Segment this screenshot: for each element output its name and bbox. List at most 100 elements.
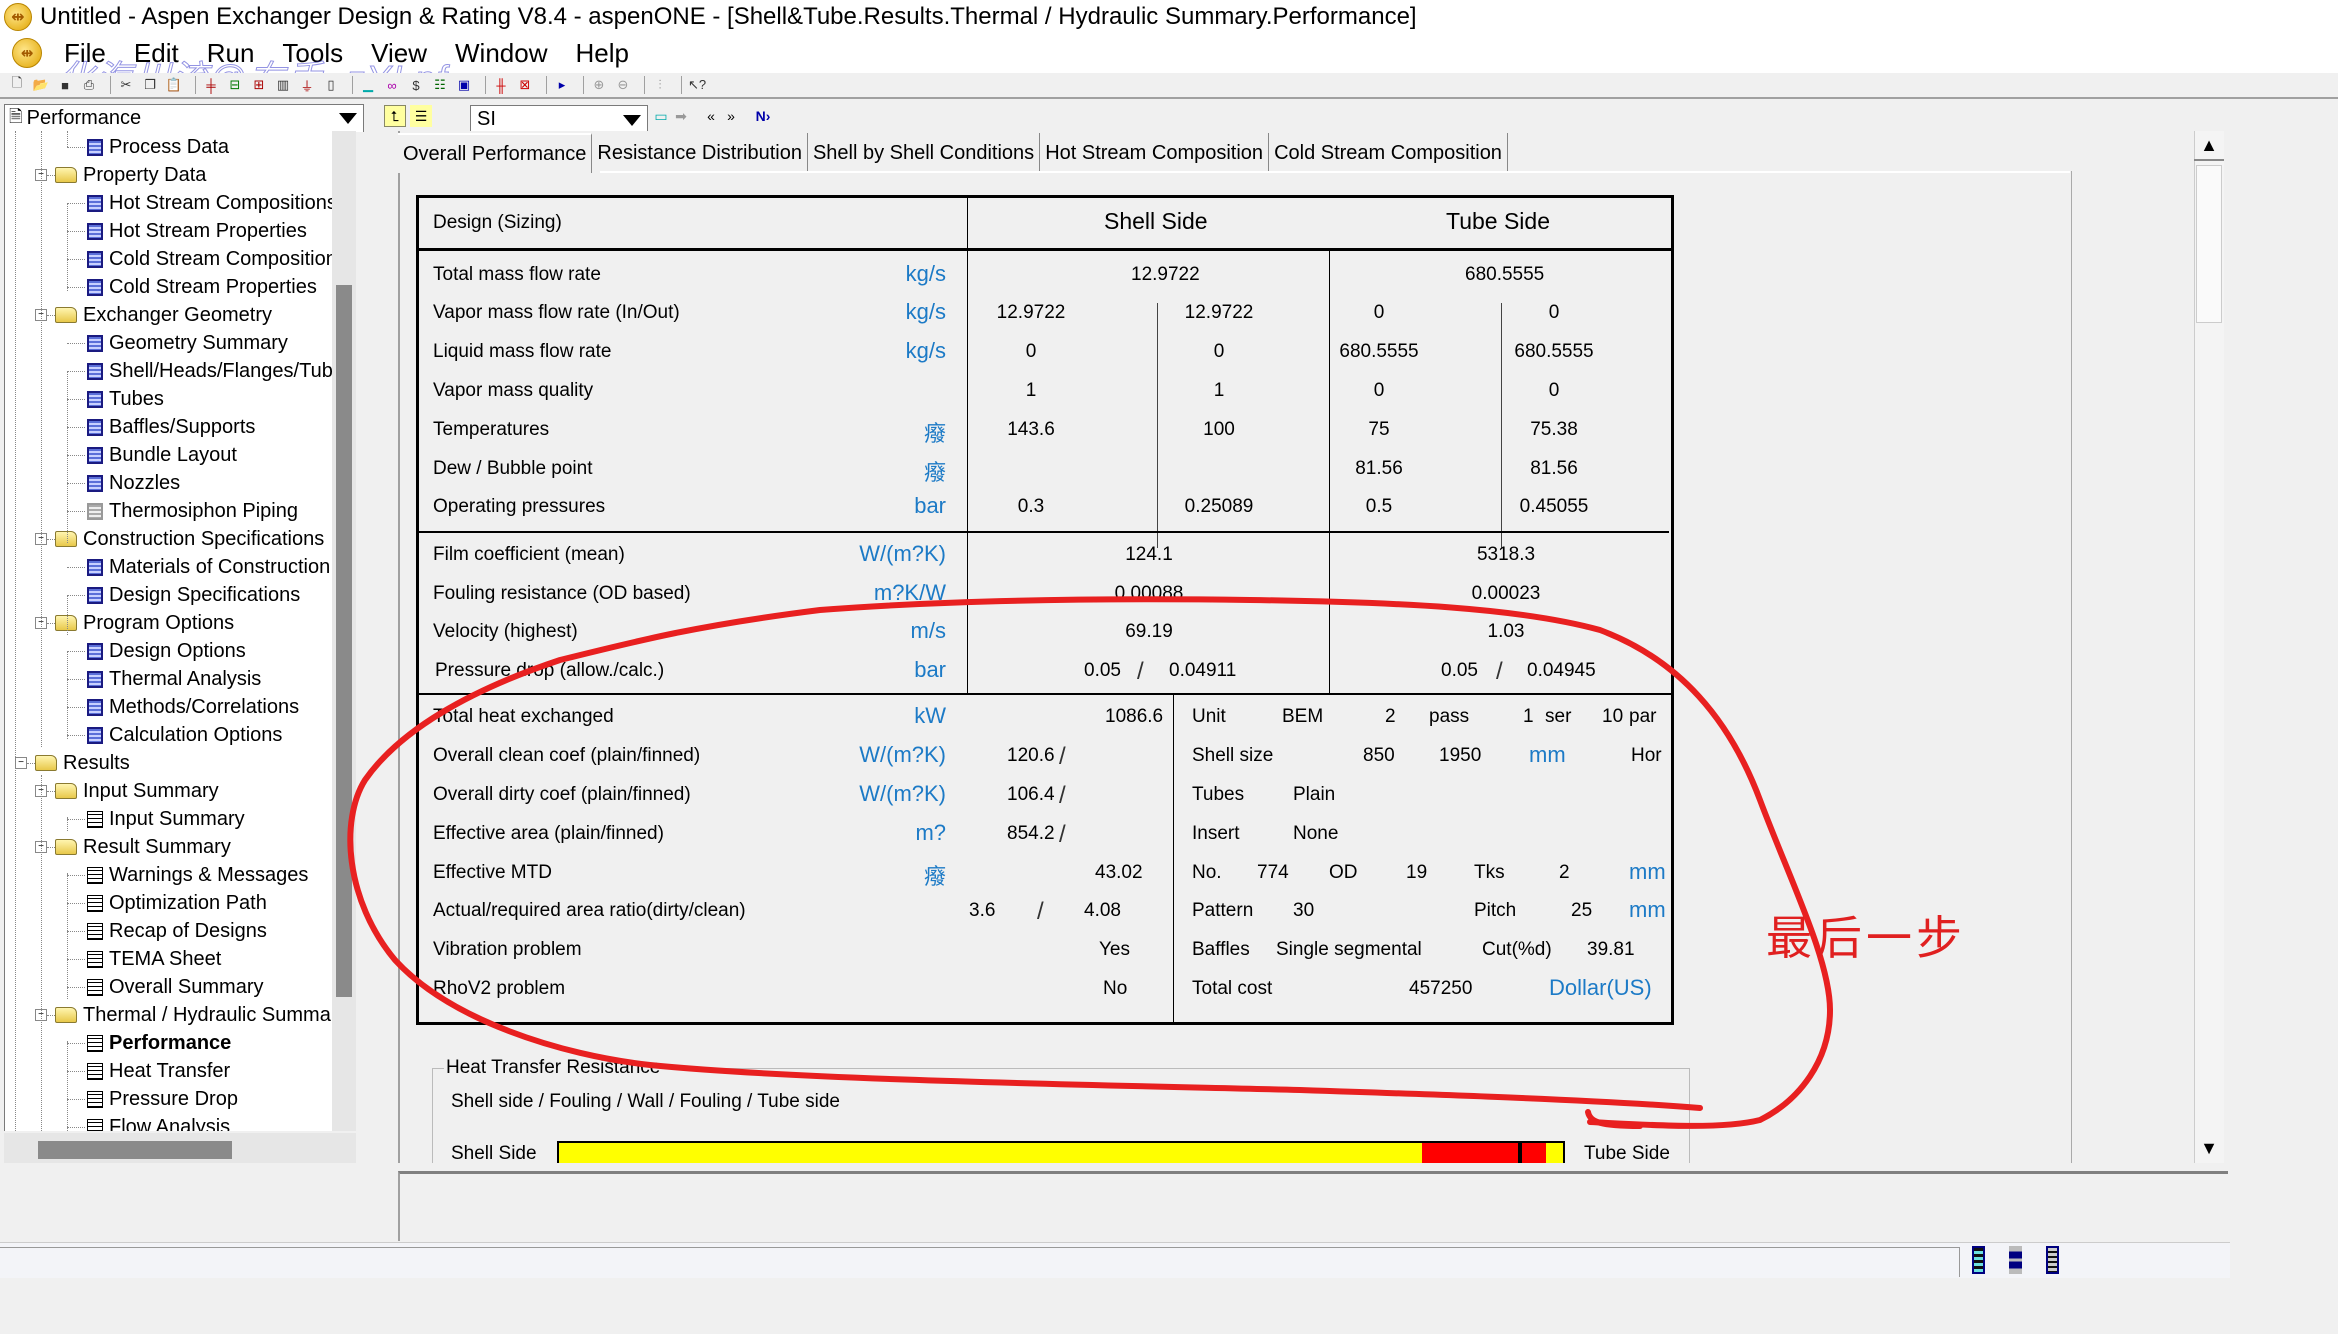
menu-run[interactable]: Run bbox=[207, 38, 255, 69]
tree-item[interactable]: − Results bbox=[15, 749, 130, 777]
new-file-icon[interactable]: 🗋 bbox=[8, 75, 26, 94]
tree-item[interactable]: Hot Stream Properties bbox=[87, 217, 307, 245]
reactor-icon[interactable]: ▥ bbox=[274, 76, 292, 94]
next-required-icon[interactable]: N› bbox=[752, 105, 774, 127]
tab-shell-by-shell-conditions[interactable]: Shell by Shell Conditions bbox=[807, 133, 1041, 173]
tree-item[interactable]: − Exchanger Geometry bbox=[35, 301, 272, 329]
tree-item[interactable]: − Result Summary bbox=[35, 833, 231, 861]
tree-item[interactable]: Thermosiphon Piping bbox=[87, 497, 298, 525]
chart-icon[interactable]: ▁ bbox=[359, 76, 377, 94]
paste-icon[interactable]: 📋 bbox=[165, 76, 183, 94]
tree-item[interactable]: Warnings & Messages bbox=[87, 861, 308, 889]
tree-item-label: Cold Stream Composition bbox=[109, 247, 332, 270]
tab-hot-stream-composition[interactable]: Hot Stream Composition bbox=[1040, 133, 1270, 173]
tree-item[interactable]: − Construction Specifications bbox=[35, 525, 324, 553]
graph-icon[interactable]: ⫶ bbox=[651, 76, 669, 94]
tree-item-label: Cold Stream Properties bbox=[109, 275, 317, 298]
vessel-icon[interactable]: ⏚ bbox=[298, 76, 316, 94]
cut-icon[interactable]: ✂ bbox=[117, 76, 135, 94]
run-status-icon[interactable] bbox=[2009, 1246, 2022, 1274]
dollar-icon[interactable]: $ bbox=[407, 76, 425, 94]
tree-item[interactable]: Shell/Heads/Flanges/Tub bbox=[87, 357, 332, 385]
scroll-down-icon[interactable]: ▼ bbox=[2194, 1133, 2224, 1163]
drum-icon[interactable]: ▯ bbox=[322, 76, 340, 94]
tab-resistance-distribution[interactable]: Resistance Distribution bbox=[592, 133, 808, 173]
scroll-up-icon[interactable]: ▲ bbox=[2194, 131, 2224, 161]
tree-item[interactable]: Geometry Summary bbox=[87, 329, 288, 357]
tree-item[interactable]: Methods/Correlations bbox=[87, 693, 299, 721]
units-dropdown[interactable]: SI bbox=[470, 105, 648, 132]
help-pointer-icon[interactable]: ↖? bbox=[688, 76, 706, 94]
up-folder-icon[interactable]: ⮤ bbox=[384, 105, 406, 127]
calculator-icon[interactable]: ▣ bbox=[455, 76, 473, 94]
menu-edit[interactable]: Edit bbox=[134, 38, 179, 69]
tree-horizontal-scroll-thumb[interactable] bbox=[38, 1141, 232, 1159]
tree-item[interactable]: − Program Options bbox=[35, 609, 234, 637]
tree-item[interactable]: Tubes bbox=[87, 385, 164, 413]
aspen-app-icon[interactable]: ⇹ bbox=[4, 2, 32, 31]
print-icon[interactable]: ⎙ bbox=[80, 76, 98, 94]
input-status-icon[interactable] bbox=[1972, 1246, 1985, 1274]
tab-cold-stream-composition[interactable]: Cold Stream Composition bbox=[1269, 133, 1508, 173]
tree-item[interactable]: Cold Stream Properties bbox=[87, 273, 317, 301]
chevron-down-icon[interactable] bbox=[623, 115, 641, 126]
unit-type-label: Unit bbox=[1192, 706, 1226, 727]
exchanger-icon[interactable]: ╪ bbox=[202, 76, 220, 94]
document-menu-icon[interactable]: ⇹ bbox=[12, 38, 42, 68]
tree-item[interactable]: Recap of Designs bbox=[87, 917, 267, 945]
pump-icon[interactable]: ⊟ bbox=[226, 76, 244, 94]
main-vertical-scroll-thumb[interactable] bbox=[2196, 165, 2222, 323]
next-arrow-icon[interactable]: ➡ bbox=[670, 105, 692, 127]
open-folder-icon[interactable]: 📂 bbox=[32, 76, 50, 94]
tree-item[interactable]: Flow Analysis bbox=[87, 1113, 230, 1131]
run-icon[interactable]: ▸ bbox=[553, 76, 571, 94]
tree-item[interactable]: Process Data bbox=[87, 133, 229, 161]
tree-item[interactable]: Nozzles bbox=[87, 469, 180, 497]
tree-item[interactable]: Materials of Construction bbox=[87, 553, 330, 581]
tree-item[interactable]: Thermal Analysis bbox=[87, 665, 261, 693]
zoom-out-icon[interactable]: ⊖ bbox=[614, 76, 632, 94]
menu-view[interactable]: View bbox=[371, 38, 427, 69]
insert-value: None bbox=[1293, 823, 1339, 844]
save-icon[interactable]: ■ bbox=[56, 76, 74, 94]
tree-item[interactable]: Performance bbox=[87, 1029, 231, 1057]
tree-item[interactable]: Pressure Drop bbox=[87, 1085, 238, 1113]
tree-item[interactable]: Bundle Layout bbox=[87, 441, 237, 469]
tree-item[interactable]: − Thermal / Hydraulic Summar bbox=[35, 1001, 332, 1029]
total-cost-value: 457250 bbox=[1409, 978, 1473, 999]
exchanger-red-2-icon[interactable]: ⊠ bbox=[516, 76, 534, 94]
tree-item[interactable]: Overall Summary bbox=[87, 973, 263, 1001]
zoom-in-icon[interactable]: ⊕ bbox=[590, 76, 608, 94]
forward-icon[interactable]: » bbox=[720, 105, 742, 127]
menu-help[interactable]: Help bbox=[576, 38, 629, 69]
menu-file[interactable]: File bbox=[64, 38, 106, 69]
tree-item[interactable]: Cold Stream Composition bbox=[87, 245, 332, 273]
tree-item[interactable]: Hot Stream Compositions bbox=[87, 189, 332, 217]
chevron-down-icon[interactable] bbox=[339, 113, 357, 124]
tree-item[interactable]: Design Options bbox=[87, 637, 246, 665]
menu-window[interactable]: Window bbox=[455, 38, 547, 69]
copy-icon[interactable]: ❐ bbox=[141, 76, 159, 94]
filter-icon[interactable]: ☷ bbox=[431, 76, 449, 94]
tree-item[interactable]: TEMA Sheet bbox=[87, 945, 221, 973]
collapse-icon[interactable]: − bbox=[15, 757, 27, 769]
tree-item[interactable]: − Input Summary bbox=[35, 777, 219, 805]
exchanger-red-icon[interactable]: ╫ bbox=[492, 76, 510, 94]
tree-item[interactable]: − Property Data bbox=[35, 161, 206, 189]
tree-location-dropdown[interactable]: 🗎 Performance bbox=[4, 104, 364, 132]
tree-item[interactable]: Baffles/Supports bbox=[87, 413, 255, 441]
tree-item[interactable]: Design Specifications bbox=[87, 581, 300, 609]
tree-item[interactable]: Heat Transfer bbox=[87, 1057, 230, 1085]
tree-item[interactable]: Optimization Path bbox=[87, 889, 267, 917]
menu-tools[interactable]: Tools bbox=[282, 38, 343, 69]
back-icon[interactable]: « bbox=[700, 105, 722, 127]
tree-item[interactable]: Input Summary bbox=[87, 805, 245, 833]
tree-vertical-scroll-thumb[interactable] bbox=[336, 285, 352, 997]
column-icon[interactable]: ⊞ bbox=[250, 76, 268, 94]
tree-item[interactable]: Calculation Options bbox=[87, 721, 282, 749]
tab-overall-performance[interactable]: Overall Performance bbox=[398, 133, 593, 173]
next-input-icon[interactable]: ▭ bbox=[650, 105, 672, 127]
tree-toggle-icon[interactable]: ☰ bbox=[410, 105, 432, 127]
results-status-icon[interactable] bbox=[2046, 1246, 2059, 1274]
bicycle-icon[interactable]: ∞ bbox=[383, 76, 401, 94]
